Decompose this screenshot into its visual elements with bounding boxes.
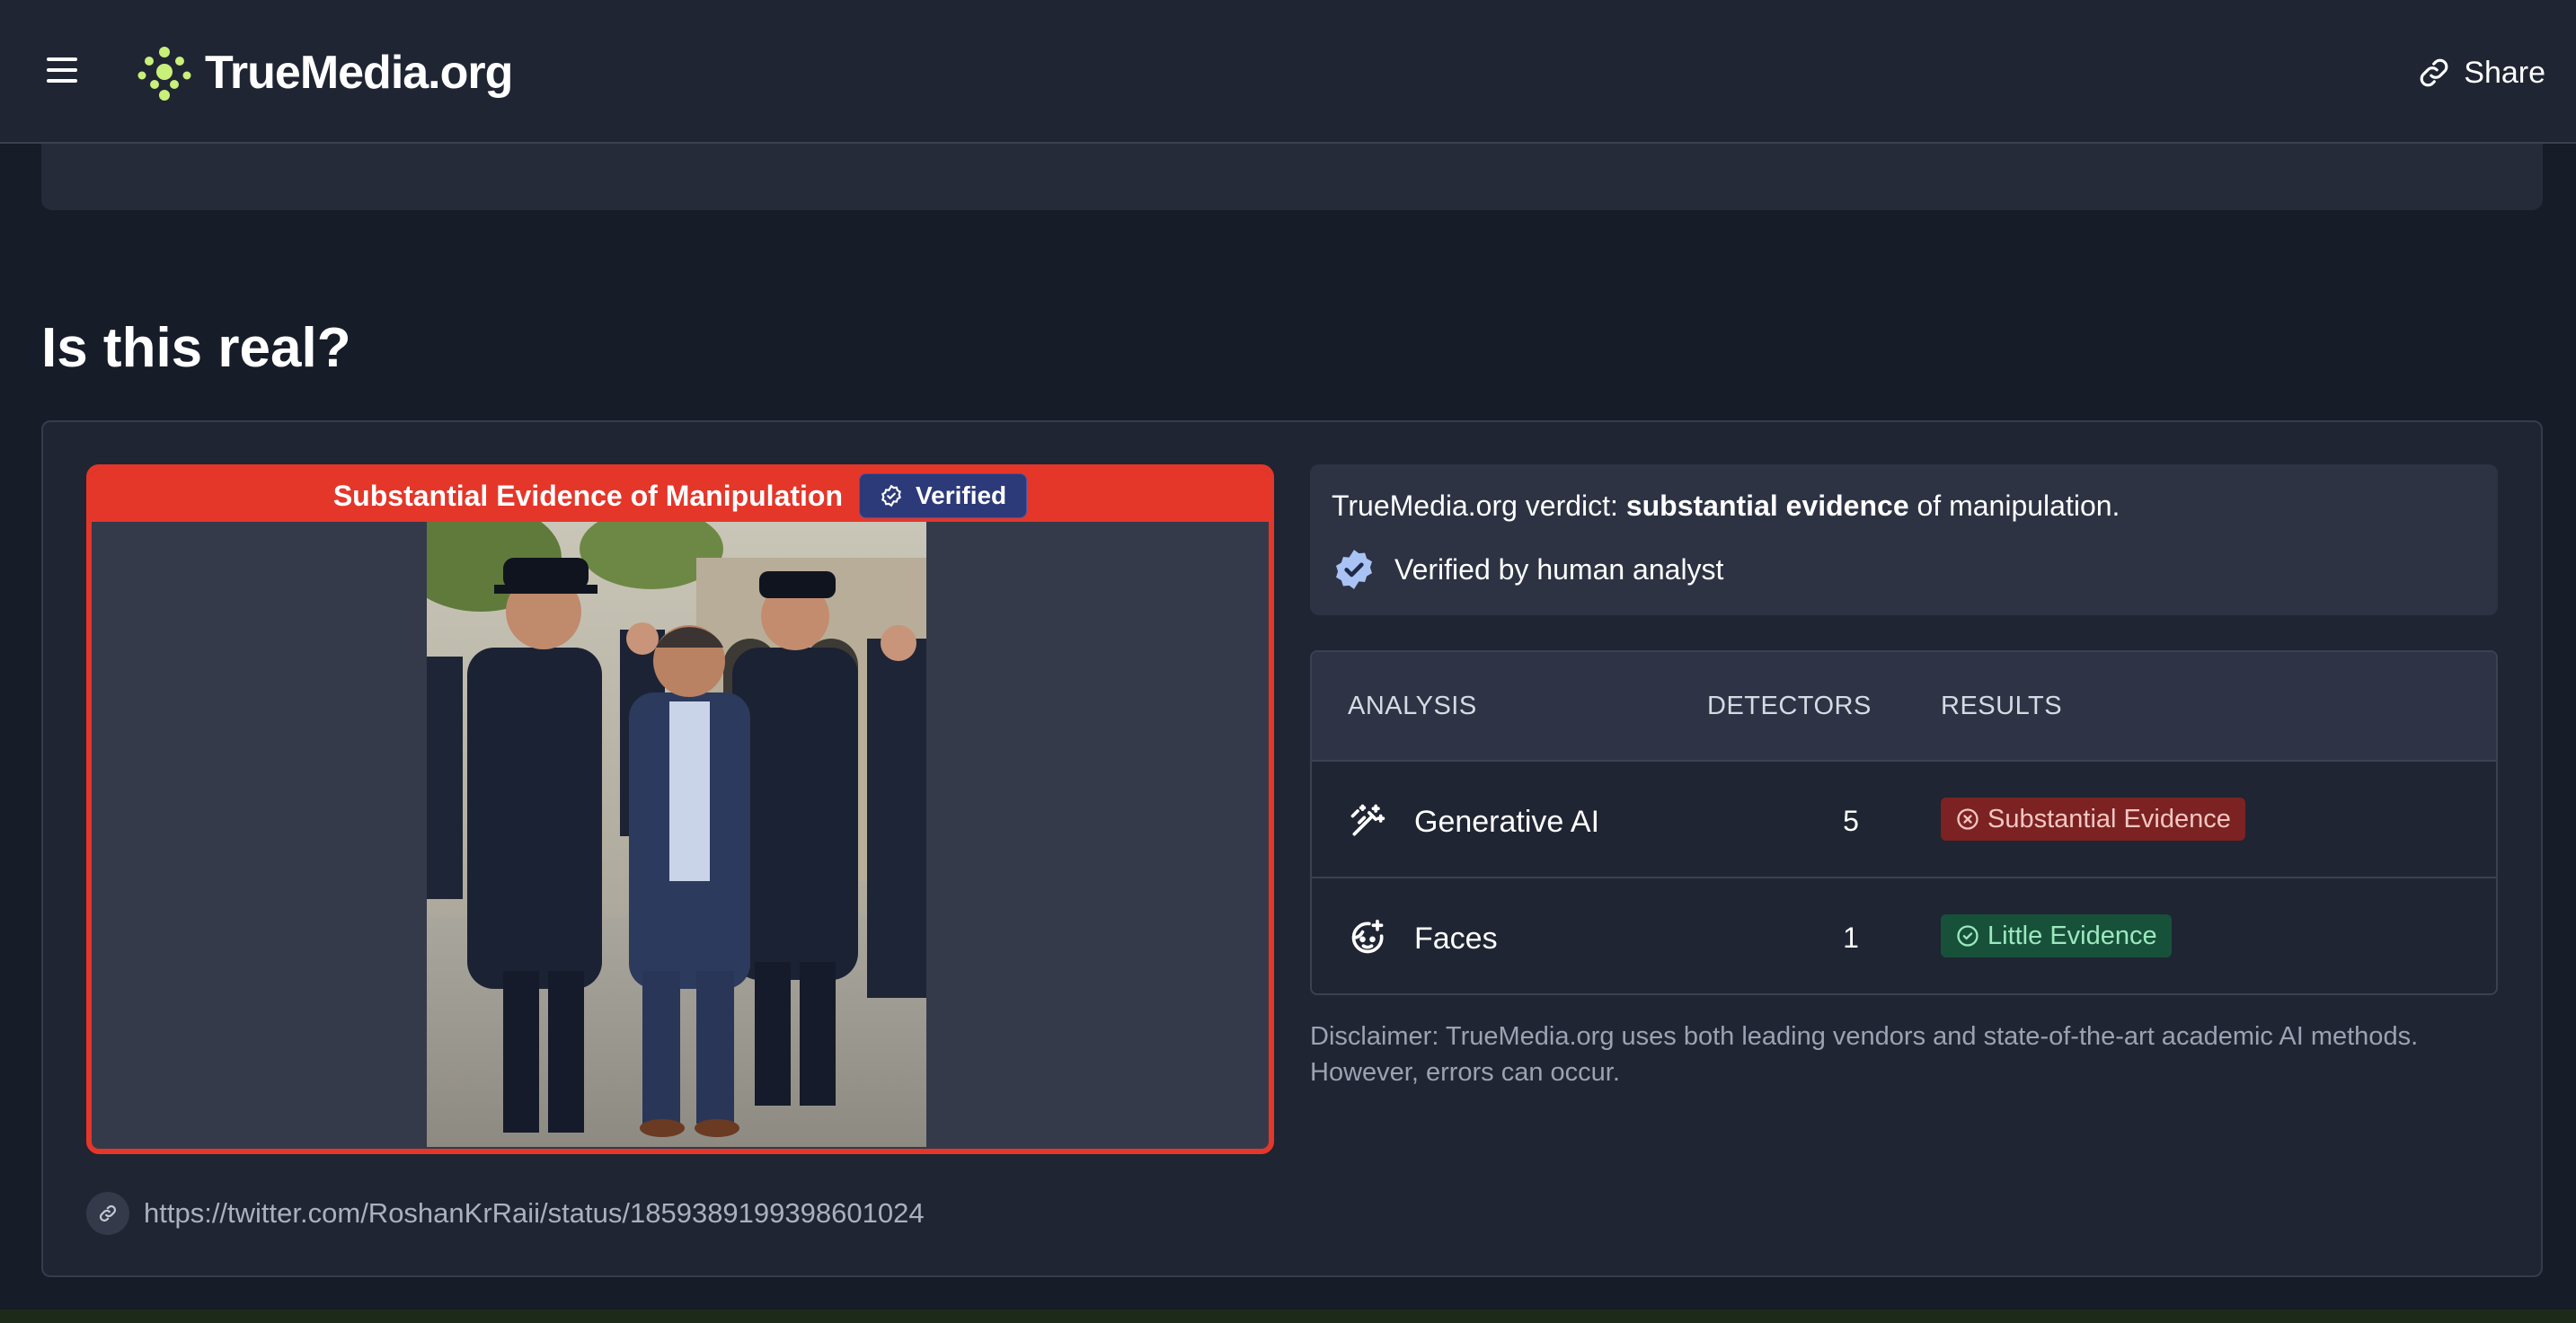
check-circle-icon: [1957, 925, 1978, 947]
top-navbar: TrueMedia.org Share: [0, 0, 2576, 144]
column-header-analysis: ANALYSIS: [1348, 692, 1477, 720]
verdict-banner: Substantial Evidence of Manipulation Ver…: [92, 470, 1269, 522]
x-circle-icon: [1957, 808, 1978, 830]
page-title: Is this real?: [41, 317, 351, 379]
link-icon: [2420, 58, 2448, 87]
media-preview: Substantial Evidence of Manipulation Ver…: [86, 464, 1274, 1154]
face-icon: [1351, 919, 1384, 954]
analysis-name: Generative AI: [1414, 805, 1600, 839]
verdict-suffix: of manipulation.: [1908, 490, 2120, 522]
human-verified-label: Verified by human analyst: [1394, 552, 1724, 586]
analysis-name: Faces: [1414, 922, 1498, 956]
verified-badge: Verified: [859, 473, 1028, 518]
link-icon: [86, 1192, 129, 1235]
detector-count: 5: [1843, 805, 1859, 837]
share-label: Share: [2464, 55, 2545, 90]
bottom-strip: [0, 1310, 2576, 1323]
verified-check-icon: [881, 484, 901, 507]
hamburger-menu-icon[interactable]: [47, 57, 77, 83]
disclaimer-text: Disclaimer: TrueMedia.org uses both lead…: [1310, 1022, 2419, 1087]
magic-wand-icon: [1350, 804, 1385, 836]
analysis-table: ANALYSIS DETECTORS RESULTS Generative AI…: [1310, 650, 2498, 995]
verdict-prefix: TrueMedia.org verdict:: [1332, 490, 1626, 522]
result-badge: Little Evidence: [1941, 914, 2172, 957]
analyzed-image[interactable]: [427, 522, 926, 1147]
column-header-detectors: DETECTORS: [1707, 692, 1872, 720]
table-row[interactable]: Generative AI 5 Substantial Evidence: [1312, 762, 2496, 878]
logo-mark-icon: [137, 47, 191, 101]
verdict-strong: substantial evidence: [1625, 490, 1909, 522]
result-badge: Substantial Evidence: [1941, 798, 2245, 841]
verdict-summary: TrueMedia.org verdict: substantial evide…: [1310, 464, 2498, 615]
logo-text: TrueMedia.org: [205, 47, 513, 99]
result-label: Little Evidence: [1987, 921, 2157, 950]
source-url[interactable]: https://twitter.com/RoshanKrRaii/status/…: [144, 1197, 925, 1230]
source-url-row[interactable]: https://twitter.com/RoshanKrRaii/status/…: [86, 1191, 925, 1236]
street-photo-illustration: [427, 522, 926, 1147]
verdict-text: TrueMedia.org verdict: substantial evide…: [1332, 490, 2120, 523]
verified-badge-icon: [1336, 550, 1372, 589]
banner-text: Substantial Evidence of Manipulation: [332, 479, 843, 512]
share-button[interactable]: Share: [2417, 50, 2545, 95]
column-header-results: RESULTS: [1941, 692, 2063, 720]
result-label: Substantial Evidence: [1987, 804, 2231, 833]
verified-label: Verified: [916, 481, 1007, 509]
table-header-row: ANALYSIS DETECTORS RESULTS: [1312, 652, 2496, 762]
truemedia-logo[interactable]: TrueMedia.org: [135, 43, 513, 102]
previous-card: [41, 144, 2543, 210]
human-verified-row: Verified by human analyst: [1332, 547, 1723, 592]
detector-count: 1: [1843, 922, 1859, 954]
table-row[interactable]: Faces 1 Little Evidence: [1312, 878, 2496, 993]
